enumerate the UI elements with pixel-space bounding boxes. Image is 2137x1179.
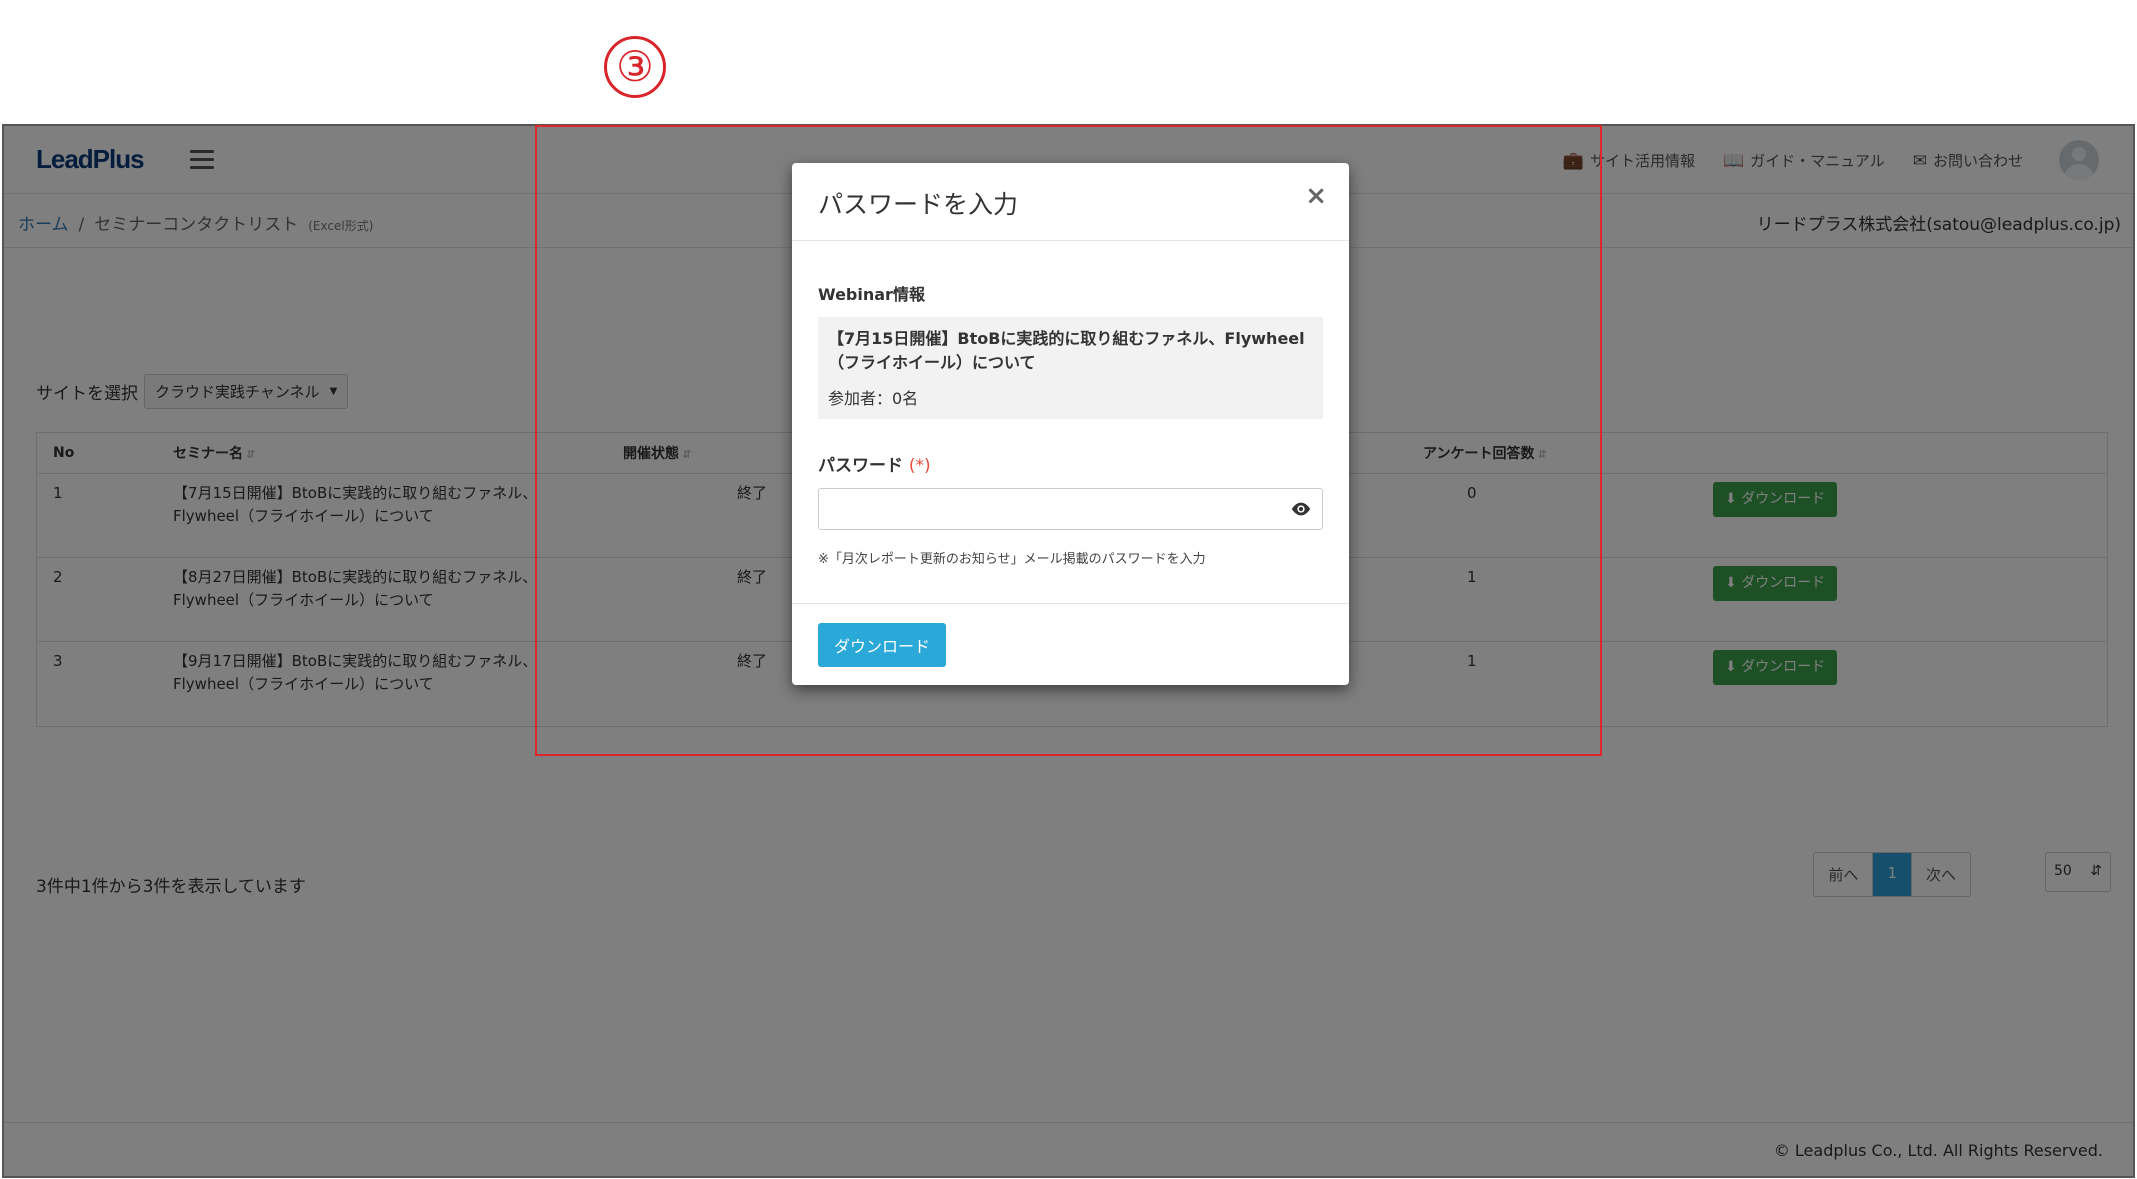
modal-title: パスワードを入力 <box>818 190 1019 219</box>
modal-header: パスワードを入力 × <box>792 163 1349 241</box>
password-input[interactable] <box>818 488 1323 530</box>
participant-count: 参加者：0名 <box>828 389 919 408</box>
modal-footer: ダウンロード <box>792 603 1349 685</box>
annotation-number-marker: ③ <box>604 36 666 98</box>
webinar-info-box: 【7月15日開催】BtoBに実践的に取り組むファネル、Flywheel（フライホ… <box>818 317 1323 419</box>
password-hint: ※「月次レポート更新のお知らせ」メール掲載のパスワードを入力 <box>818 552 1206 567</box>
password-modal: パスワードを入力 × Webinar情報 【7月15日開催】BtoBに実践的に取… <box>792 163 1349 685</box>
download-button[interactable]: ダウンロード <box>818 623 947 667</box>
required-marker: (*) <box>908 456 931 476</box>
eye-icon[interactable] <box>1290 498 1312 520</box>
password-label: パスワード (*) <box>818 456 931 476</box>
close-icon[interactable]: × <box>1305 181 1327 211</box>
webinar-info-label: Webinar情報 <box>818 285 925 304</box>
webinar-title: 【7月15日開催】BtoBに実践的に取り組むファネル、Flywheel（フライホ… <box>828 329 1305 372</box>
modal-body: Webinar情報 【7月15日開催】BtoBに実践的に取り組むファネル、Fly… <box>792 241 1349 567</box>
